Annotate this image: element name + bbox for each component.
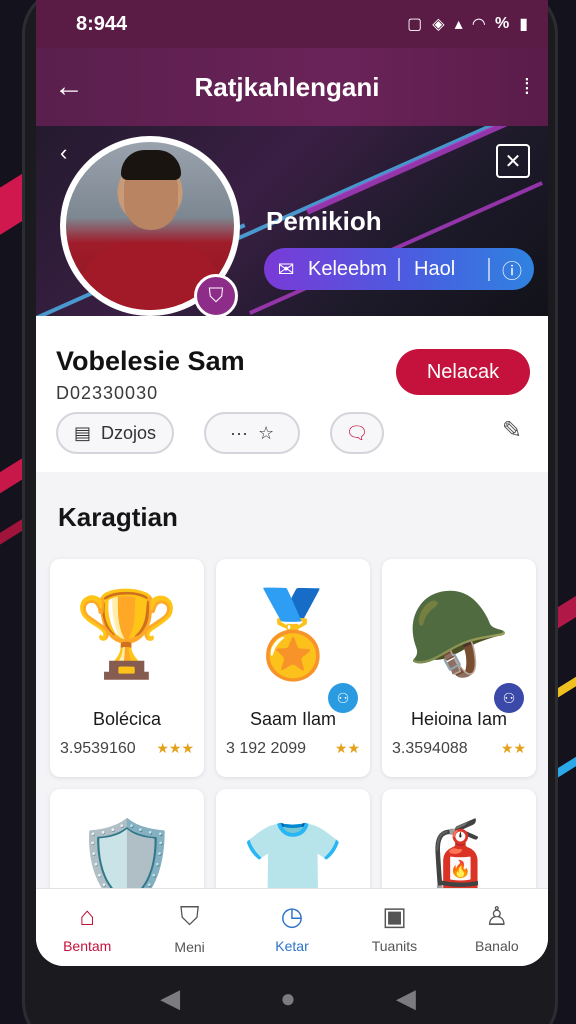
stars-icon: ★★★ — [156, 740, 194, 756]
chip-more[interactable]: ··· ☆ — [204, 412, 301, 454]
item-value: 3.9539160 — [60, 740, 136, 757]
chat-alert-icon: 🗨 — [345, 422, 369, 443]
home-icon: ⌂ — [79, 901, 96, 931]
wifi-icon: ◠ — [472, 16, 485, 33]
item-grid: 🏆 Bolécica 3.9539160 ★★★ 🏅 Saam Ilam 3 192 209… — [50, 559, 536, 909]
status-icons: ▢ ◈ ▴ ◠ % ▮ — [407, 14, 528, 34]
battery-label: % — [494, 15, 510, 32]
hero-name: Pemikioh — [266, 206, 382, 236]
card-icon: ▤ — [74, 422, 92, 443]
edit-message-icon[interactable]: ✎ — [502, 416, 522, 445]
battery-icon: ▮ — [519, 16, 528, 33]
nav-label: Banalo — [475, 938, 519, 954]
pill-label-left[interactable]: Keleebm — [308, 257, 400, 281]
home-circle-icon[interactable]: ● — [280, 983, 296, 1014]
more-options-icon[interactable]: ⁞ — [490, 74, 530, 100]
shield-icon: ⛉ — [179, 900, 200, 931]
item-name: Bolécica — [92, 709, 162, 729]
nav-item-tuanits[interactable]: ▣ Tuanits — [343, 889, 445, 966]
nav-item-meni[interactable]: ⛉ Meni — [138, 889, 240, 966]
dots-icon: ··· — [229, 422, 248, 443]
nav-label: Bentam — [63, 938, 112, 954]
trophy-icon: 🏆 — [74, 586, 180, 681]
profile-banner: ‹ ⛉ ✕ Pemikioh ✉ Keleebm Haol ⓘ — [36, 126, 548, 316]
mail-icon: ✉ — [277, 258, 295, 281]
nav-label: Meni — [174, 938, 205, 955]
chip-dzojos[interactable]: ▤ Dzojos — [56, 412, 175, 454]
profile-chips: ▤ Dzojos ··· ☆ 🗨 — [56, 412, 385, 454]
stars-icon: ★★ — [334, 740, 360, 756]
hero-pill[interactable]: ✉ Keleebm Haol ⓘ — [264, 248, 534, 290]
item-card[interactable]: 🪖 Heioina Iam 3.3594088 ★★ ⚇ — [382, 559, 536, 777]
signal-icon: ▴ — [454, 16, 463, 33]
stars-icon: ★★ — [500, 740, 526, 756]
back-triangle-icon[interactable]: ◀ — [160, 983, 180, 1014]
nav-label: Ketar — [275, 938, 309, 954]
app-title: Ratjkahlengani — [194, 71, 380, 102]
status-time: 8:944 — [76, 12, 128, 35]
nav-item-ketar[interactable]: ◷ Ketar — [241, 889, 343, 966]
action-button[interactable]: Nelacak — [396, 349, 530, 395]
expand-icon[interactable]: ✕ — [496, 144, 530, 178]
status-bar: 8:944 ▢ ◈ ▴ ◠ % ▮ — [36, 0, 548, 48]
item-meta: 3.3594088 ★★ — [382, 730, 536, 758]
share-badge-icon[interactable]: ⚇ — [328, 683, 358, 713]
chip-chat[interactable]: 🗨 — [330, 412, 385, 454]
arrow-left-icon[interactable]: ← — [54, 70, 94, 104]
nav-item-bentam[interactable]: ⌂ Bentam — [36, 889, 138, 966]
info-icon[interactable]: ⓘ — [490, 255, 534, 284]
pill-label-right[interactable]: Haol — [400, 257, 490, 281]
item-card[interactable]: 🏆 Bolécica 3.9539160 ★★★ — [50, 559, 204, 777]
alarm-icon: ◈ — [432, 16, 445, 33]
item-card[interactable]: 🏅 Saam Ilam 3 192 2099 ★★ ⚇ — [216, 559, 370, 777]
avatar-hair — [121, 150, 181, 180]
star-icon: ☆ — [257, 422, 275, 443]
clock-icon: ◷ — [280, 901, 304, 931]
shield-badge-icon[interactable]: ⛉ — [194, 274, 238, 316]
item-value: 3.3594088 — [392, 740, 468, 757]
recents-triangle-icon[interactable]: ◀ — [396, 983, 416, 1014]
chevron-left-icon[interactable]: ‹ — [60, 140, 67, 166]
phone-screen: 8:944 ▢ ◈ ▴ ◠ % ▮ ← Ratjkahlengani ⁞ ‹ ⛉… — [36, 0, 548, 966]
share-badge-icon[interactable]: ⚇ — [494, 683, 524, 713]
item-meta: 3 192 2099 ★★ — [216, 730, 370, 758]
profile-section: Vobelesie Sam D02330030 Nelacak ▤ Dzojos… — [36, 316, 548, 472]
chip-label: Dzojos — [101, 422, 157, 443]
system-nav-bar: ◀ ● ◀ — [0, 972, 576, 1024]
notification-icon: ▢ — [407, 16, 423, 33]
bottom-nav: ⌂ Bentam ⛉ Meni ◷ Ketar ▣ Tuanits ♙ Banalo — [36, 888, 548, 966]
collection-section: Karagtian 🏆 Bolécica 3.9539160 ★★★ 🏅 Saam Ila… — [36, 472, 548, 909]
nav-item-banalo[interactable]: ♙ Banalo — [446, 889, 548, 966]
section-title: Karagtian — [58, 502, 178, 532]
item-value: 3 192 2099 — [226, 740, 307, 757]
item-meta: 3.9539160 ★★★ — [50, 730, 204, 758]
nav-label: Tuanits — [371, 938, 418, 954]
scoreboard-icon: ▣ — [382, 901, 407, 931]
app-bar: ← Ratjkahlengani ⁞ — [36, 48, 548, 126]
person-icon: ♙ — [485, 901, 509, 931]
